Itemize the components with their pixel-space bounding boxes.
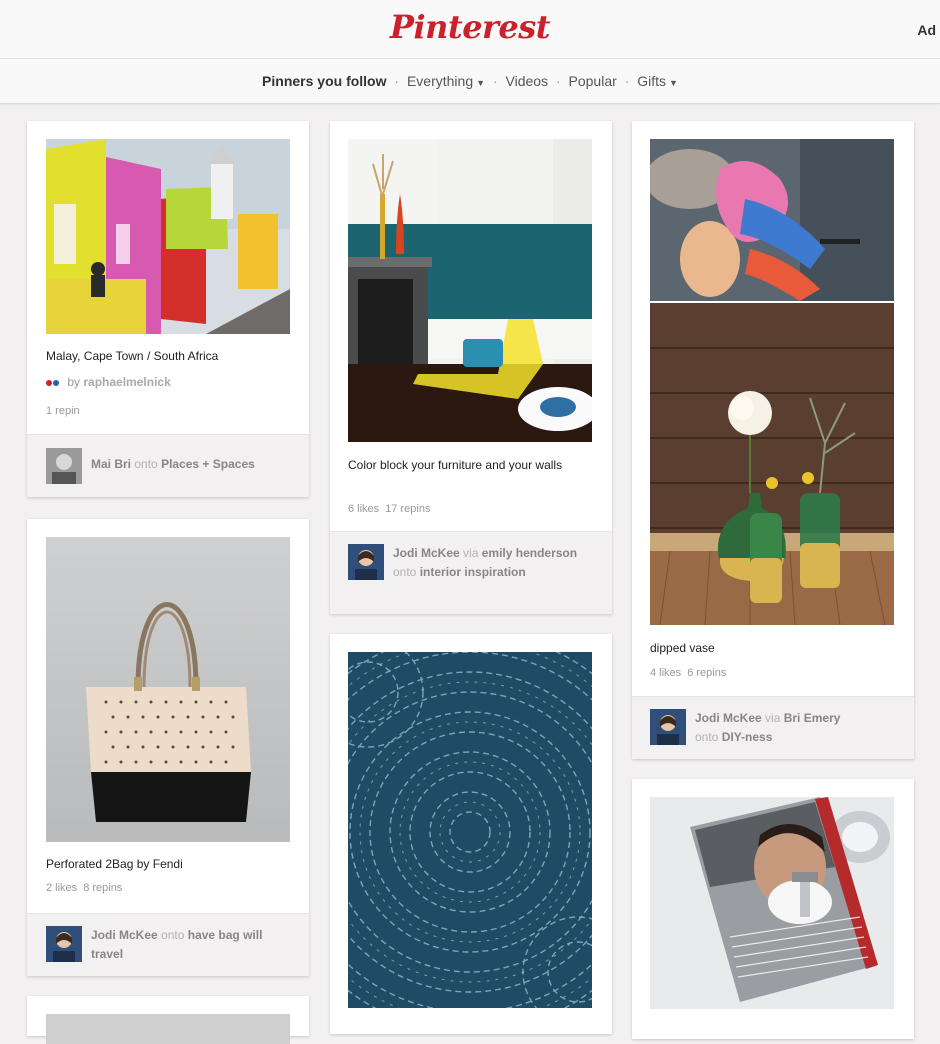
like-count[interactable]: 4 likes <box>650 667 681 679</box>
attribution-board[interactable]: DIY-ness <box>722 730 773 744</box>
attribution-verb: onto <box>393 565 417 579</box>
header-add-link[interactable]: Ad <box>917 22 936 38</box>
attribution-text: Jodi McKee onto have bag will travel <box>91 926 281 964</box>
pin-description: dipped vase <box>650 641 715 655</box>
nav-separator: · <box>492 73 498 89</box>
pinner-dot-icon <box>46 379 52 386</box>
pinner-name[interactable]: raphaelmelnick <box>83 375 170 389</box>
attribution-via: via <box>463 546 479 560</box>
nav-everything[interactable]: Everything ▼ <box>407 73 485 89</box>
pin-stats: 2 likes 8 repins <box>46 882 122 894</box>
repin-count[interactable]: 6 repins <box>687 667 726 679</box>
pin-description: Malay, Cape Town / South Africa <box>46 349 219 363</box>
repin-count[interactable]: 1 repin <box>46 405 80 417</box>
pin-image-handbag[interactable] <box>46 537 290 842</box>
pin-image[interactable] <box>46 1014 290 1044</box>
chevron-down-icon: ▼ <box>669 78 678 88</box>
avatar[interactable] <box>46 926 82 962</box>
pin-image-blue-pattern[interactable] <box>348 652 592 1008</box>
nav-popular[interactable]: Popular <box>569 73 617 89</box>
attribution-verb: onto <box>695 730 719 744</box>
pin-attribution: Mai Bri onto Places + Spaces <box>27 434 309 497</box>
nav-separator: · <box>555 73 561 89</box>
category-nav: Pinners you follow · Everything ▼ · Video… <box>0 59 940 104</box>
nav-separator: · <box>394 73 400 89</box>
nav-gifts-label: Gifts <box>637 73 667 89</box>
attribution-via: via <box>765 711 781 725</box>
top-header: Pinterest Ad <box>0 0 940 59</box>
attribution-via-user[interactable]: emily henderson <box>482 546 577 560</box>
pin-card[interactable]: Perforated 2Bag by Fendi 2 likes 8 repins… <box>27 519 309 976</box>
pin-card[interactable] <box>330 634 612 1034</box>
like-count[interactable]: 6 likes <box>348 503 379 515</box>
pin-description: Perforated 2Bag by Fendi <box>46 857 183 871</box>
attribution-text: Jodi McKee via Bri Emery onto DIY-ness <box>695 709 895 747</box>
pin-image-colorblock-room[interactable] <box>348 139 592 442</box>
chevron-down-icon: ▼ <box>476 78 486 88</box>
byline-label: by <box>67 375 81 389</box>
nav-everything-label: Everything <box>406 73 474 89</box>
pin-image-flower-craft[interactable] <box>650 139 894 301</box>
pin-card[interactable] <box>27 996 309 1044</box>
pin-image-colorful-houses[interactable] <box>46 139 290 334</box>
avatar[interactable] <box>46 448 82 484</box>
pin-card[interactable] <box>632 779 914 1039</box>
avatar[interactable] <box>348 544 384 580</box>
avatar[interactable] <box>650 709 686 745</box>
pin-stats: 6 likes 17 repins <box>348 503 430 515</box>
repin-count[interactable]: 8 repins <box>83 882 122 894</box>
attribution-text: Jodi McKee via emily henderson onto inte… <box>393 544 593 582</box>
pinterest-logo[interactable]: Pinterest <box>0 8 940 46</box>
pin-card[interactable]: Malay, Cape Town / South Africa by rapha… <box>27 121 309 497</box>
pin-image-shaving-man[interactable] <box>650 797 894 1009</box>
pin-attribution: Jodi McKee onto have bag will travel <box>27 913 309 976</box>
attribution-via-user[interactable]: Bri Emery <box>784 711 841 725</box>
pin-attribution: Jodi McKee via emily henderson onto inte… <box>330 531 612 614</box>
attribution-user[interactable]: Jodi McKee <box>393 546 460 560</box>
attribution-board[interactable]: Places + Spaces <box>161 457 255 471</box>
pin-image-dipped-vases[interactable] <box>650 303 894 625</box>
attribution-user[interactable]: Jodi McKee <box>695 711 762 725</box>
nav-gifts[interactable]: Gifts ▼ <box>637 73 678 89</box>
pin-stats: 1 repin <box>46 405 80 417</box>
pin-byline: by raphaelmelnick <box>46 375 171 389</box>
nav-separator: · <box>624 73 630 89</box>
attribution-board[interactable]: interior inspiration <box>420 565 526 579</box>
pin-attribution: Jodi McKee via Bri Emery onto DIY-ness <box>632 696 914 759</box>
pin-stats: 4 likes 6 repins <box>650 667 726 679</box>
repin-count[interactable]: 17 repins <box>385 503 430 515</box>
attribution-text: Mai Bri onto Places + Spaces <box>91 455 291 474</box>
attribution-user[interactable]: Jodi McKee <box>91 928 158 942</box>
attribution-user[interactable]: Mai Bri <box>91 457 131 471</box>
like-count[interactable]: 2 likes <box>46 882 77 894</box>
nav-videos[interactable]: Videos <box>506 73 549 89</box>
attribution-verb: onto <box>134 457 158 471</box>
pin-description: Color block your furniture and your wall… <box>348 458 563 472</box>
pin-card[interactable]: dipped vase 4 likes 6 repins Jodi McKee v… <box>632 121 914 759</box>
pinner-dot-icon <box>53 379 59 386</box>
attribution-verb: onto <box>161 928 185 942</box>
pin-card[interactable]: Color block your furniture and your wall… <box>330 121 612 614</box>
nav-pinners-you-follow[interactable]: Pinners you follow <box>262 73 386 89</box>
